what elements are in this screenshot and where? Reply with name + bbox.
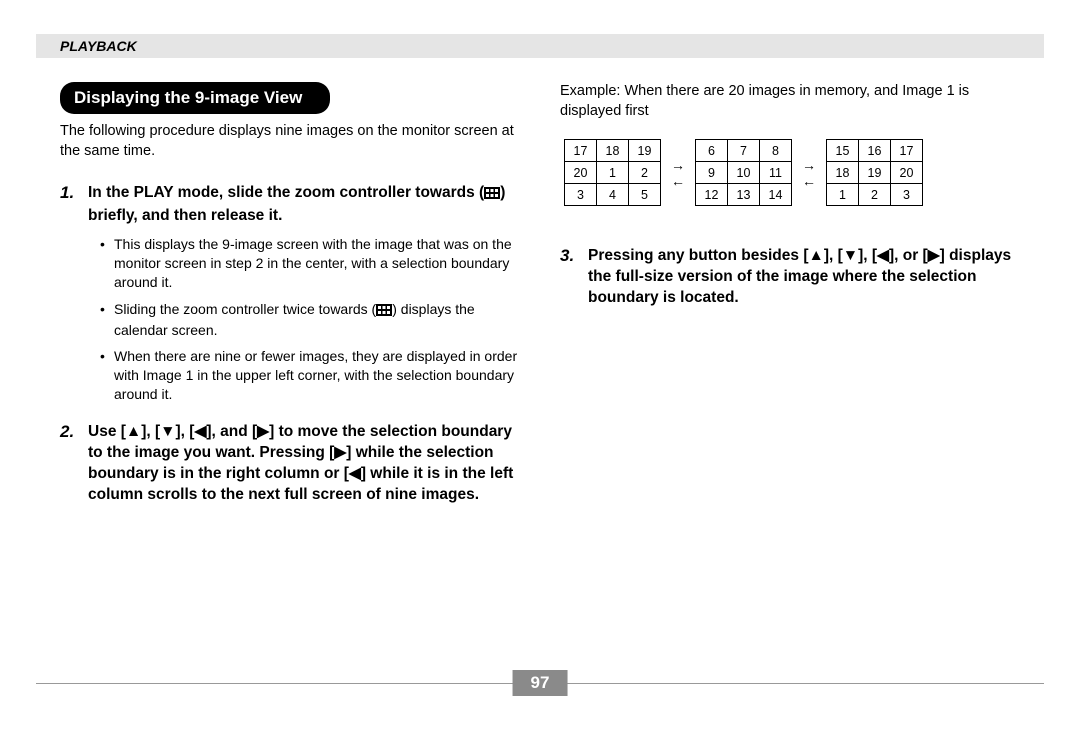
bullet: Sliding the zoom controller twice toward…	[100, 300, 520, 340]
cell: 20	[565, 162, 597, 184]
step-2-number: 2.	[60, 422, 88, 506]
cell: 3	[891, 184, 923, 206]
cell: 18	[827, 162, 859, 184]
header-bar	[36, 34, 1044, 58]
cell: 1	[827, 184, 859, 206]
cell: 3	[565, 184, 597, 206]
cell: 9	[696, 162, 728, 184]
cell: 14	[760, 184, 792, 206]
cell: 19	[629, 140, 661, 162]
step-1-bullets: This displays the 9-image screen with th…	[100, 235, 520, 404]
zoom-wide-icon	[376, 302, 392, 321]
cell: 13	[728, 184, 760, 206]
intro-text: The following procedure displays nine im…	[60, 122, 520, 161]
arrow-pair-icon: →←	[671, 158, 685, 188]
cell: 7	[728, 140, 760, 162]
step-1-text-a: In the PLAY mode, slide the zoom control…	[88, 184, 484, 201]
cell: 19	[859, 162, 891, 184]
content-columns: Displaying the 9-image View The followin…	[60, 82, 1020, 514]
step-3: 3. Pressing any button besides [▲], [▼],…	[560, 246, 1020, 309]
bullet: This displays the 9-image screen with th…	[100, 235, 520, 292]
step-2: 2. Use [▲], [▼], [◀], and [▶] to move th…	[60, 422, 520, 506]
cell: 4	[597, 184, 629, 206]
cell: 17	[565, 140, 597, 162]
example-label: Example: When there are 20 images in mem…	[560, 82, 1020, 121]
grid-3: 151617 181920 123	[826, 139, 923, 206]
cell: 8	[760, 140, 792, 162]
bullet-text: Sliding the zoom controller twice toward…	[114, 301, 376, 317]
left-column: Displaying the 9-image View The followin…	[60, 82, 520, 514]
step-3-body: Pressing any button besides [▲], [▼], [◀…	[588, 246, 1020, 309]
step-3-number: 3.	[560, 246, 588, 309]
zoom-wide-icon	[484, 185, 500, 206]
grid-1: 171819 2012 345	[564, 139, 661, 206]
page-title: Displaying the 9-image View	[60, 82, 330, 114]
bullet: When there are nine or fewer images, the…	[100, 347, 520, 404]
cell: 10	[728, 162, 760, 184]
step-1-body: In the PLAY mode, slide the zoom control…	[88, 183, 520, 227]
example-grids: 171819 2012 345 →← 678 91011 121314 →← 1…	[564, 139, 1020, 206]
arrow-pair-icon: →←	[802, 158, 816, 188]
right-column: Example: When there are 20 images in mem…	[560, 82, 1020, 514]
section-label: PLAYBACK	[60, 38, 137, 54]
cell: 1	[597, 162, 629, 184]
cell: 15	[827, 140, 859, 162]
cell: 11	[760, 162, 792, 184]
grid-2: 678 91011 121314	[695, 139, 792, 206]
cell: 2	[859, 184, 891, 206]
cell: 20	[891, 162, 923, 184]
cell: 17	[891, 140, 923, 162]
cell: 6	[696, 140, 728, 162]
step-2-body: Use [▲], [▼], [◀], and [▶] to move the s…	[88, 422, 520, 506]
step-1-number: 1.	[60, 183, 88, 227]
cell: 18	[597, 140, 629, 162]
cell: 16	[859, 140, 891, 162]
step-1: 1. In the PLAY mode, slide the zoom cont…	[60, 183, 520, 227]
cell: 5	[629, 184, 661, 206]
cell: 12	[696, 184, 728, 206]
cell: 2	[629, 162, 661, 184]
page-number: 97	[513, 670, 568, 696]
page-footer: 97	[36, 670, 1044, 696]
